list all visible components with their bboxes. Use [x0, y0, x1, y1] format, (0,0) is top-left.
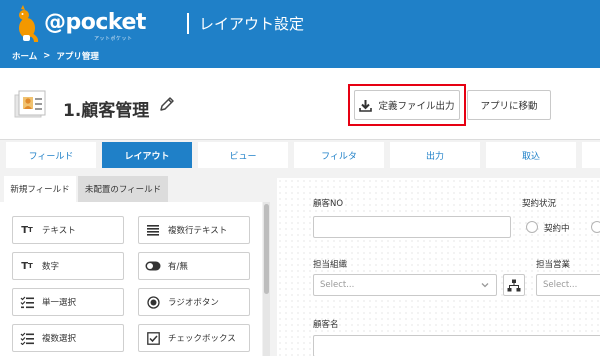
- subtab-unplaced-fields[interactable]: 未配置のフィールド: [78, 176, 168, 202]
- contract-radio-2[interactable]: [591, 221, 600, 233]
- move-to-app-button[interactable]: アプリに移動: [467, 90, 551, 120]
- org-select[interactable]: Select...: [313, 274, 497, 296]
- palette-item-label: 複数行テキスト: [168, 226, 228, 236]
- header-title: レイアウト設定: [199, 15, 305, 33]
- tab-filter[interactable]: フィルタ: [294, 142, 384, 168]
- palette-item-label: テキスト: [42, 226, 76, 236]
- chevron-down-icon: [481, 283, 489, 288]
- palette-panel: TT テキスト 複数行テキスト TT 数字 有/無 単一選択 ラジオボタン 複数…: [0, 202, 262, 356]
- breadcrumb-home[interactable]: ホーム: [12, 50, 37, 62]
- customer-no-label: 顧客NO: [313, 199, 344, 209]
- palette-item-checkbox[interactable]: チェックボックス: [138, 324, 250, 352]
- multiline-icon: [145, 223, 161, 237]
- contract-status-label: 契約状況: [522, 199, 557, 209]
- palette-scrollbar[interactable]: [263, 202, 270, 356]
- field-palette: 新規フィールド 未配置のフィールド TT テキスト 複数行テキスト TT 数字 …: [0, 170, 270, 356]
- tab-output[interactable]: 出力: [390, 142, 480, 168]
- palette-item-number[interactable]: TT 数字: [12, 252, 124, 280]
- scrollbar-thumb[interactable]: [264, 204, 269, 294]
- number-icon: TT: [21, 260, 33, 272]
- sales-select-placeholder: Select...: [543, 280, 578, 290]
- contract-option-label: 契約中: [544, 224, 570, 234]
- org-label: 担当組織: [313, 260, 348, 270]
- title-bar: 1.顧客管理 定義ファイル出力 アプリに移動: [0, 68, 600, 140]
- header-divider: [187, 13, 189, 34]
- tab-field[interactable]: フィールド: [6, 142, 96, 168]
- move-to-app-label: アプリに移動: [480, 101, 538, 112]
- text-icon: TT: [21, 224, 33, 236]
- customer-name-field[interactable]: [313, 335, 600, 356]
- layout-canvas: 顧客NO 契約状況 契約中 担当組織 Select... 担当営業 Select…: [277, 178, 600, 356]
- palette-item-label: 有/無: [168, 262, 188, 272]
- palette-item-multi-select[interactable]: 複数選択: [12, 324, 124, 352]
- palette-item-label: ラジオボタン: [168, 298, 219, 308]
- customer-name-label: 顧客名: [313, 320, 339, 330]
- pencil-icon[interactable]: [158, 95, 176, 113]
- palette-item-single-select[interactable]: 単一選択: [12, 288, 124, 316]
- multi-select-icon: [19, 331, 35, 345]
- download-icon: [359, 99, 373, 112]
- export-definition-label: 定義ファイル出力: [378, 101, 455, 112]
- logo-text: @pocket: [44, 10, 146, 35]
- palette-item-label: チェックボックス: [168, 334, 236, 344]
- palette-item-label: 数字: [42, 262, 60, 272]
- logo-subtext: アットポケット: [94, 36, 133, 42]
- export-definition-button[interactable]: 定義ファイル出力: [354, 90, 460, 120]
- breadcrumb: ホーム > アプリ管理: [12, 50, 99, 62]
- app-header: @pocket アットポケット レイアウト設定 ホーム > アプリ管理: [0, 0, 600, 68]
- org-select-placeholder: Select...: [320, 280, 355, 290]
- customer-no-field[interactable]: [313, 216, 511, 238]
- palette-item-radio-button[interactable]: ラジオボタン: [138, 288, 250, 316]
- tab-bar: フィールド レイアウト ビュー フィルタ 出力 取込: [0, 140, 600, 170]
- kangaroo-logo-icon: [19, 5, 39, 42]
- palette-item-multiline-text[interactable]: 複数行テキスト: [138, 216, 250, 244]
- contract-radio[interactable]: [526, 221, 538, 233]
- palette-item-yes-no[interactable]: 有/無: [138, 252, 250, 280]
- single-select-icon: [19, 295, 35, 309]
- org-chart-icon: [507, 279, 521, 291]
- palette-item-label: 複数選択: [42, 334, 77, 344]
- tab-layout[interactable]: レイアウト: [102, 142, 192, 168]
- checkbox-icon: [145, 331, 161, 345]
- tab-more[interactable]: [582, 142, 600, 168]
- breadcrumb-separator: >: [43, 51, 51, 61]
- palette-item-label: 単一選択: [42, 298, 77, 308]
- tab-import[interactable]: 取込: [486, 142, 576, 168]
- toggle-icon: [145, 259, 161, 273]
- radio-icon: [145, 295, 161, 309]
- subtab-new-fields[interactable]: 新規フィールド: [4, 176, 76, 202]
- breadcrumb-app-admin[interactable]: アプリ管理: [56, 50, 99, 62]
- tab-view[interactable]: ビュー: [198, 142, 288, 168]
- customer-card-icon: [14, 90, 46, 118]
- palette-item-text[interactable]: TT テキスト: [12, 216, 124, 244]
- sales-label: 担当営業: [536, 260, 571, 270]
- sales-select[interactable]: Select...: [536, 274, 600, 296]
- page-title: 1.顧客管理: [63, 101, 150, 121]
- org-tree-button[interactable]: [503, 274, 525, 296]
